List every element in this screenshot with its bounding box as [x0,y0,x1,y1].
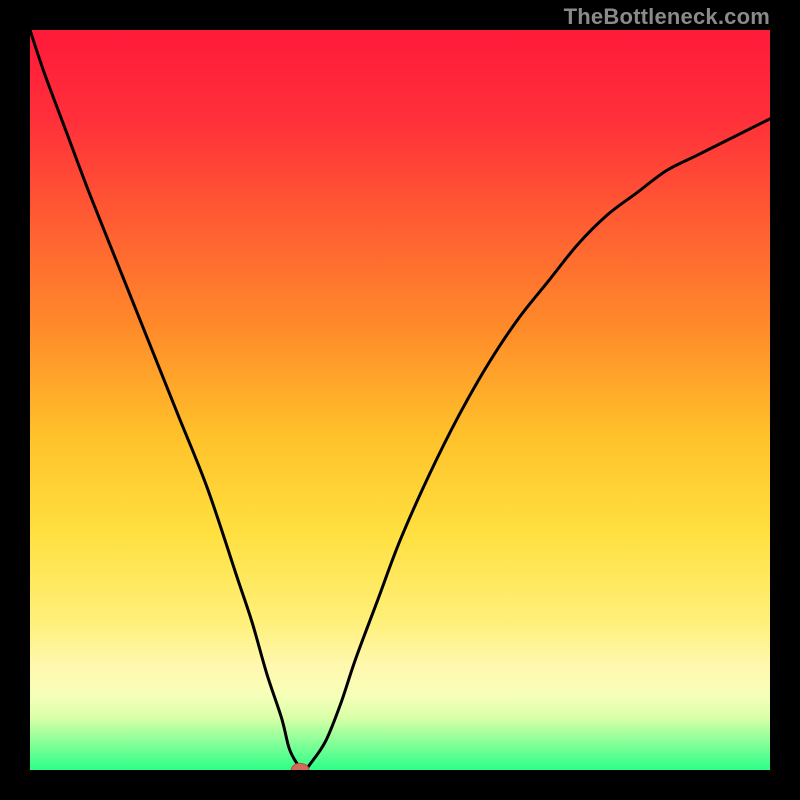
watermark-text: TheBottleneck.com [564,4,770,30]
gradient-background [30,30,770,770]
plot-area [30,30,770,770]
chart-frame: TheBottleneck.com [0,0,800,800]
bottleneck-chart [30,30,770,770]
